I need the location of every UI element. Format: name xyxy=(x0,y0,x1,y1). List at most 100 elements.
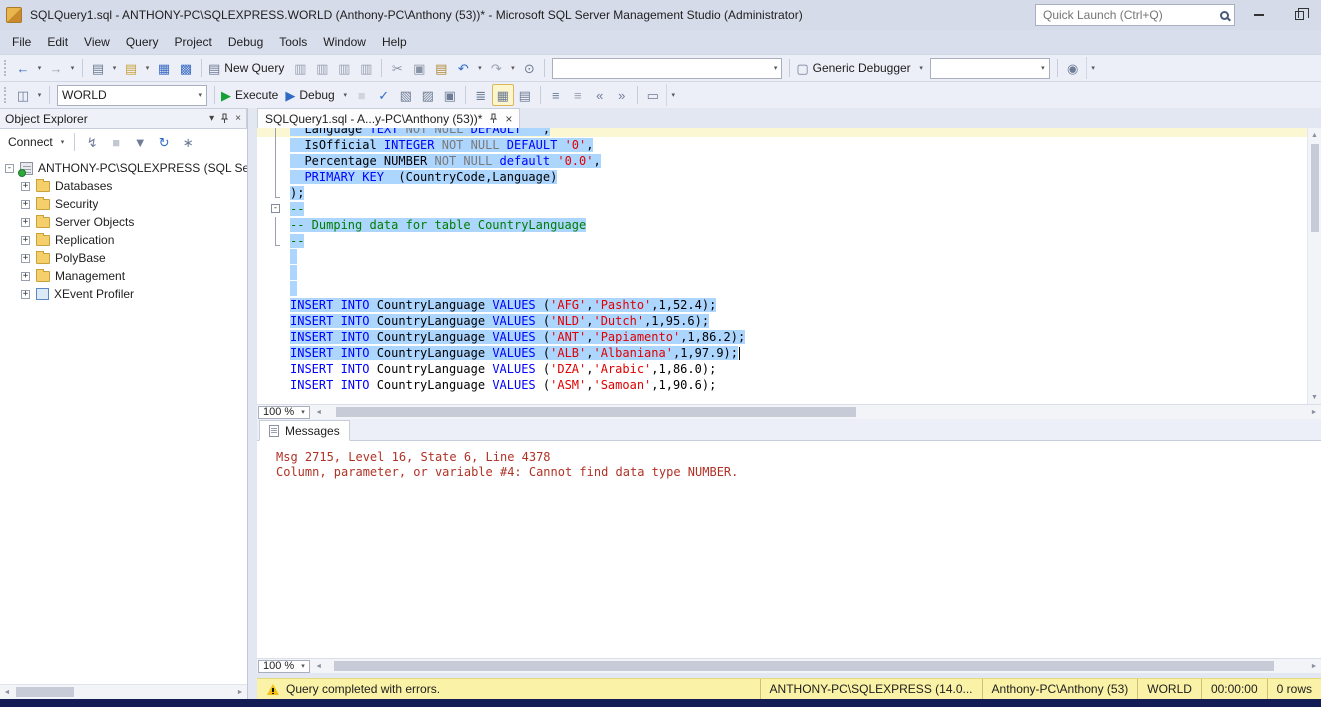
editor-hscrollbar[interactable]: 100 % ▾ ◄ ► xyxy=(257,404,1321,419)
code-line[interactable]: -- xyxy=(257,233,1307,249)
new-database-engine-query-icon[interactable]: ▥ xyxy=(289,57,311,79)
open-file-caret-icon[interactable]: ▾ xyxy=(142,57,153,79)
fold-collapse-box[interactable]: - xyxy=(271,204,280,213)
user-options-icon[interactable]: ◉ xyxy=(1062,57,1084,79)
scrollbar-thumb[interactable] xyxy=(336,407,856,417)
tree-node-security[interactable]: +Security xyxy=(0,195,247,213)
uncomment-icon[interactable]: ≡ xyxy=(567,84,589,106)
editor-vscrollbar[interactable]: ▲ ▼ xyxy=(1307,128,1321,404)
stop-process-icon[interactable]: ■ xyxy=(105,131,127,153)
scroll-left-icon[interactable]: ◄ xyxy=(312,659,326,673)
connect-button[interactable]: Connect ▾ xyxy=(4,133,68,151)
standard-toolbar-overflow-icon[interactable]: ▾ xyxy=(1086,57,1100,79)
save-all-icon[interactable]: ▩ xyxy=(175,57,197,79)
debug-target-combo[interactable]: ▾ xyxy=(930,58,1050,79)
scroll-left-icon[interactable]: ◄ xyxy=(312,405,326,419)
tree-node-replication[interactable]: +Replication xyxy=(0,231,247,249)
editor-zoom-control[interactable]: 100 % ▾ xyxy=(258,406,310,419)
pin-icon[interactable] xyxy=(220,113,229,124)
code-line[interactable] xyxy=(257,249,1307,265)
tree-expand-box[interactable]: + xyxy=(21,254,30,263)
undo-caret-icon[interactable]: ▾ xyxy=(474,57,485,79)
tree-node-xevent-profiler[interactable]: +XEvent Profiler xyxy=(0,285,247,303)
tree-collapse-box[interactable]: - xyxy=(5,164,14,173)
execute-button[interactable]: ▶Execute xyxy=(219,84,283,106)
connection-icon[interactable]: ◫ xyxy=(12,84,34,106)
redo-caret-icon[interactable]: ▾ xyxy=(507,57,518,79)
tree-expand-box[interactable]: + xyxy=(21,200,30,209)
scroll-right-icon[interactable]: ► xyxy=(1307,659,1321,673)
toolbar-grip[interactable] xyxy=(4,87,8,103)
results-to-text-icon[interactable]: ≣ xyxy=(470,84,492,106)
code-line[interactable]: --- xyxy=(257,201,1307,217)
scrollbar-track[interactable] xyxy=(326,405,1307,419)
debug-button[interactable]: ▶Debug xyxy=(283,84,339,106)
menu-view[interactable]: View xyxy=(76,32,118,52)
menu-debug[interactable]: Debug xyxy=(220,32,271,52)
paste-icon[interactable]: ▤ xyxy=(430,57,452,79)
quick-launch-input[interactable] xyxy=(1041,7,1216,23)
document-tab[interactable]: SQLQuery1.sql - A...y-PC\Anthony (53))* … xyxy=(257,108,520,128)
pin-icon[interactable] xyxy=(489,113,498,124)
code-line[interactable]: IsOfficial INTEGER NOT NULL DEFAULT '0', xyxy=(257,137,1307,153)
scrollbar-thumb[interactable] xyxy=(334,661,1274,671)
panel-splitter[interactable] xyxy=(248,108,257,699)
code-line[interactable]: Percentage NUMBER NOT NULL default '0.0'… xyxy=(257,153,1307,169)
code-line[interactable] xyxy=(257,265,1307,281)
connection-caret-icon[interactable]: ▾ xyxy=(34,84,45,106)
view-options-icon[interactable]: ∗ xyxy=(177,131,199,153)
code-editor[interactable]: Language TEXT NOT NULL DEFAULT '', IsOff… xyxy=(257,128,1321,404)
refresh-icon[interactable]: ↻ xyxy=(153,131,175,153)
code-line[interactable]: ); xyxy=(257,185,1307,201)
code-line[interactable]: INSERT INTO CountryLanguage VALUES ('AFG… xyxy=(257,297,1307,313)
close-icon[interactable]: × xyxy=(235,113,241,124)
redo-icon[interactable]: ↷ xyxy=(485,57,507,79)
restore-button[interactable] xyxy=(1283,3,1315,27)
menu-file[interactable]: File xyxy=(4,32,39,52)
results-to-file-icon[interactable]: ▤ xyxy=(514,84,536,106)
tree-expand-box[interactable]: + xyxy=(21,290,30,299)
parse-icon[interactable]: ✓ xyxy=(373,84,395,106)
scroll-down-icon[interactable]: ▼ xyxy=(1308,390,1321,404)
find-combo[interactable]: ▾ xyxy=(552,58,782,79)
code-line[interactable]: -- Dumping data for table CountryLanguag… xyxy=(257,217,1307,233)
sqlcmd-mode-icon[interactable]: ▭ xyxy=(642,84,664,106)
display-estimated-plan-icon[interactable]: ▧ xyxy=(395,84,417,106)
code-line[interactable]: INSERT INTO CountryLanguage VALUES ('ANT… xyxy=(257,329,1307,345)
nav-forward-caret-icon[interactable]: ▾ xyxy=(67,57,78,79)
query-options-icon[interactable]: ▨ xyxy=(417,84,439,106)
database-combo[interactable]: WORLD▾ xyxy=(57,85,207,106)
tab-messages[interactable]: Messages xyxy=(259,420,350,441)
code-line[interactable]: INSERT INTO CountryLanguage VALUES ('ALB… xyxy=(257,345,1307,361)
scrollbar-track[interactable] xyxy=(326,659,1307,673)
generic-debugger-caret-icon[interactable]: ▾ xyxy=(916,57,927,79)
code-line[interactable]: INSERT INTO CountryLanguage VALUES ('ASM… xyxy=(257,377,1307,393)
disconnect-icon[interactable]: ↯ xyxy=(81,131,103,153)
tree-expand-box[interactable]: + xyxy=(21,218,30,227)
quick-launch-box[interactable] xyxy=(1035,4,1235,26)
new-file-caret-icon[interactable]: ▾ xyxy=(109,57,120,79)
close-icon[interactable]: × xyxy=(505,113,512,125)
nav-back-caret-icon[interactable]: ▾ xyxy=(34,57,45,79)
open-file-icon[interactable]: ▤ xyxy=(120,57,142,79)
scroll-right-icon[interactable]: ► xyxy=(233,685,247,699)
filter-icon[interactable]: ▼ xyxy=(129,131,151,153)
new-xmla-query-icon[interactable]: ▥ xyxy=(355,57,377,79)
object-explorer-hscrollbar[interactable]: ◄ ► xyxy=(0,684,247,699)
messages-zoom-control[interactable]: 100 % ▾ xyxy=(258,660,310,673)
window-position-caret-icon[interactable]: ▾ xyxy=(209,113,214,124)
scroll-up-icon[interactable]: ▲ xyxy=(1308,128,1321,142)
new-mdx-query-icon[interactable]: ▥ xyxy=(311,57,333,79)
comment-icon[interactable]: ≡ xyxy=(545,84,567,106)
tree-node-server-objects[interactable]: +Server Objects xyxy=(0,213,247,231)
new-file-icon[interactable]: ▤ xyxy=(87,57,109,79)
copy-icon[interactable]: ▣ xyxy=(408,57,430,79)
nav-back-icon[interactable]: ← xyxy=(12,57,34,79)
menu-window[interactable]: Window xyxy=(315,32,374,52)
nav-forward-icon[interactable]: → xyxy=(45,57,67,79)
toolbar-grip[interactable] xyxy=(4,60,8,76)
new-query-button[interactable]: ▤New Query xyxy=(206,57,289,79)
tree-expand-box[interactable]: + xyxy=(21,182,30,191)
debug-caret-icon[interactable]: ▾ xyxy=(340,84,351,106)
tree-node-server[interactable]: -ANTHONY-PC\SQLEXPRESS (SQL Serve xyxy=(0,159,247,177)
